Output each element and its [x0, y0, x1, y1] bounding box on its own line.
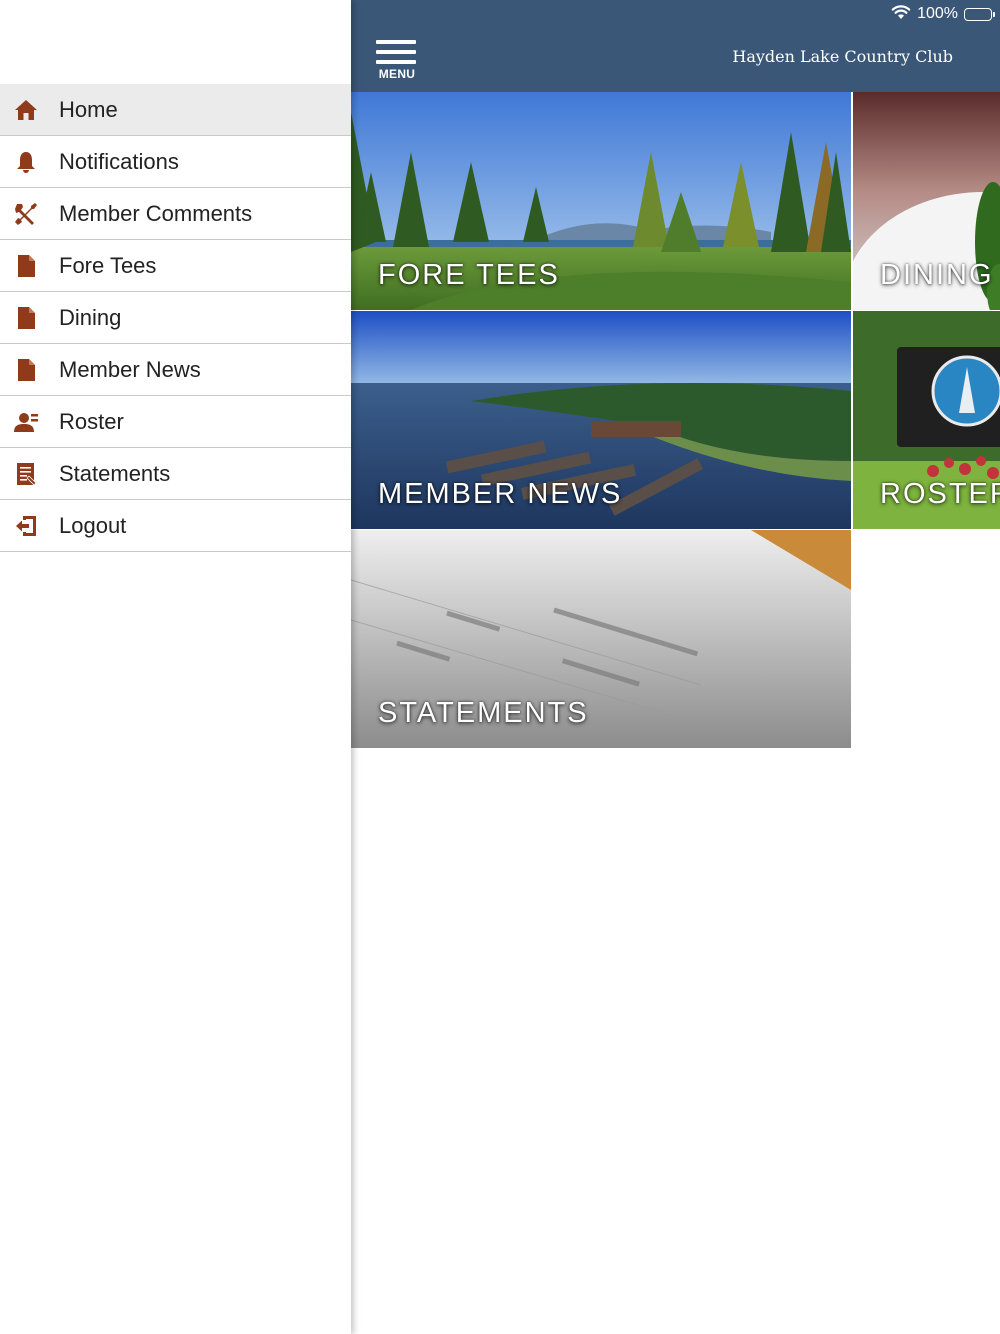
- tile-dining[interactable]: DINING: [853, 92, 1000, 310]
- tile-label: MEMBER NEWS: [378, 478, 623, 510]
- menu-button[interactable]: MENU: [375, 38, 419, 82]
- sidebar-item-statements[interactable]: Statements: [0, 448, 351, 500]
- statement-icon: [13, 461, 39, 487]
- tile-label: ROSTER: [880, 478, 1000, 510]
- tile-label: DINING: [880, 259, 994, 291]
- person-icon: [13, 409, 39, 435]
- sidebar-item-logout[interactable]: Logout: [0, 500, 351, 552]
- sidebar-item-label: Member Comments: [59, 200, 253, 226]
- tile-label: FORE TEES: [378, 259, 560, 291]
- tile-roster[interactable]: ROSTER: [853, 311, 1000, 529]
- battery-icon: [964, 7, 995, 21]
- sidebar-item-label: Fore Tees: [59, 252, 157, 278]
- document-icon: [13, 357, 39, 383]
- sidebar-item-label: Notifications: [59, 148, 179, 174]
- top-bar: 100% MENU Hayden Lake Country Club: [351, 0, 1000, 92]
- menu-label: MENU: [378, 67, 416, 81]
- sidebar-item-label: Dining: [59, 304, 122, 330]
- sidebar-item-member-comments[interactable]: Member Comments: [0, 188, 351, 240]
- wifi-icon: [891, 4, 911, 25]
- sidebar-item-label: Member News: [59, 356, 201, 382]
- battery-percent: 100%: [917, 5, 958, 22]
- sidebar-item-notifications[interactable]: Notifications: [0, 136, 351, 188]
- tile-label: STATEMENTS: [378, 697, 589, 729]
- sidebar-item-label: Home: [59, 96, 118, 122]
- document-icon: [13, 305, 39, 331]
- sidebar: Home Notifications Member Comments Fore …: [0, 0, 351, 1334]
- home-icon: [13, 97, 39, 123]
- sidebar-item-roster[interactable]: Roster: [0, 396, 351, 448]
- sidebar-menu: Home Notifications Member Comments Fore …: [0, 84, 351, 552]
- tile-fore-tees[interactable]: FORE TEES: [351, 92, 851, 310]
- sidebar-item-member-news[interactable]: Member News: [0, 344, 351, 396]
- tile-member-news[interactable]: MEMBER NEWS: [351, 311, 851, 529]
- tile-statements[interactable]: STATEMENTS: [351, 530, 851, 748]
- sidebar-item-label: Statements: [59, 460, 171, 486]
- sidebar-item-label: Roster: [59, 408, 124, 434]
- sidebar-item-dining[interactable]: Dining: [0, 292, 351, 344]
- sidebar-item-home[interactable]: Home: [0, 84, 351, 136]
- club-name: Hayden Lake Country Club: [732, 47, 953, 66]
- logout-icon: [13, 513, 39, 539]
- document-icon: [13, 253, 39, 279]
- sidebar-item-label: Logout: [59, 512, 127, 538]
- main-content: 100% MENU Hayden Lake Country Club FORE …: [351, 0, 1000, 1334]
- status-bar: 100%: [891, 4, 995, 25]
- bell-icon: [13, 149, 39, 175]
- tools-icon: [13, 201, 39, 227]
- sidebar-item-fore-tees[interactable]: Fore Tees: [0, 240, 351, 292]
